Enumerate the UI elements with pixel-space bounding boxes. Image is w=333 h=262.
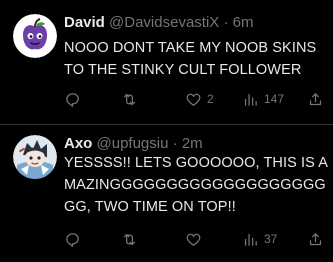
share-icon [309,232,322,245]
heart-icon [186,233,201,246]
handle[interactable]: @DavidsevastiX [109,14,219,31]
reply-button[interactable] [64,229,86,249]
share-button[interactable] [307,229,324,249]
retweet-icon [123,233,136,245]
anime-character-avatar-icon [13,135,57,179]
heart-icon [186,93,201,106]
reply-icon [66,92,79,107]
like-button[interactable]: 2 [185,89,214,109]
tweet[interactable]: David @DavidsevastiX · 6m NOOO DONT TAKE… [0,0,333,124]
like-button[interactable] [185,229,207,249]
timestamp[interactable]: 6m [233,14,254,31]
avatar[interactable] [13,135,57,179]
view-count: 37 [264,232,278,246]
share-icon [309,92,322,105]
tweet-header: Axo @upfugsiu · 2m [64,135,329,153]
timeline: David @DavidsevastiX · 6m NOOO DONT TAKE… [0,0,333,262]
tweet[interactable]: Axo @upfugsiu · 2m YESSSS!! LETS GOOOOOO… [0,125,333,262]
views-button[interactable]: 147 [242,89,284,109]
retweet-button[interactable] [121,89,143,109]
views-icon [244,93,257,106]
view-count: 147 [264,92,285,106]
purple-apple-avatar-icon [13,14,57,58]
separator: · [172,135,178,152]
views-icon [244,233,257,246]
share-button[interactable] [307,89,324,109]
like-count: 2 [207,92,214,106]
reply-button[interactable] [64,89,86,109]
tweet-actions: 2 147 [64,89,329,109]
tweet-text: YESSSS!! LETS GOOOOOO, THIS IS AMAZINGGG… [64,155,329,215]
tweet-text: NOOO DONT TAKE MY NOOB SKINS TO THE STIN… [64,40,317,78]
display-name[interactable]: David [64,14,105,31]
handle[interactable]: @upfugsiu [97,135,169,152]
separator: · [223,14,229,31]
reply-icon [66,232,79,247]
retweet-icon [123,93,136,105]
tweet-actions: 37 [64,229,329,249]
display-name[interactable]: Axo [64,135,92,152]
retweet-button[interactable] [121,229,143,249]
avatar[interactable] [13,14,57,58]
tweet-header: David @DavidsevastiX · 6m [64,14,329,32]
timestamp[interactable]: 2m [182,135,203,152]
views-button[interactable]: 37 [242,229,277,249]
